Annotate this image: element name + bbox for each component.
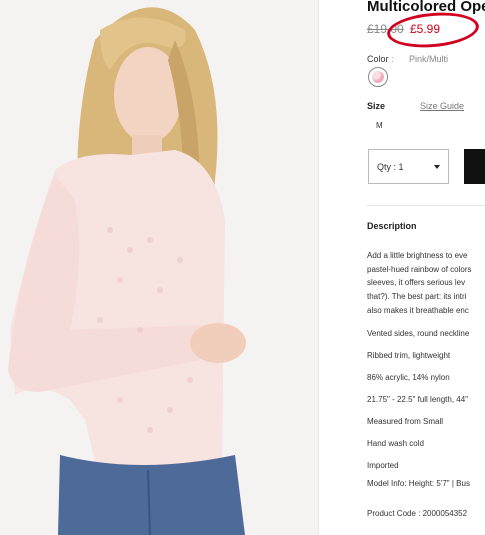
quantity-select[interactable]: Qty : 1 bbox=[368, 149, 449, 184]
description-line: sleeves, it offers serious lev bbox=[367, 278, 466, 288]
detail-item: Imported bbox=[367, 461, 399, 470]
red-annotation-circle bbox=[385, 9, 481, 51]
size-option-m[interactable]: M bbox=[376, 121, 383, 130]
size-guide-link[interactable]: Size Guide bbox=[420, 101, 464, 111]
detail-item: Measured from Small bbox=[367, 417, 444, 426]
description-heading: Description bbox=[367, 221, 417, 231]
detail-item: Hand wash cold bbox=[367, 439, 424, 448]
model-photo bbox=[0, 0, 318, 535]
color-label: Color : bbox=[367, 54, 394, 64]
detail-item: Model Info: Height: 5'7" | Bus bbox=[367, 479, 470, 488]
quantity-label: Qty : 1 bbox=[377, 162, 404, 172]
color-swatch-pink-multi[interactable] bbox=[368, 67, 388, 87]
description-line: also makes it breathable enc bbox=[367, 305, 469, 315]
description-line: pastel-hued rainbow of colors bbox=[367, 264, 472, 274]
product-image[interactable] bbox=[0, 0, 318, 535]
color-value: Pink/Multi bbox=[409, 54, 449, 64]
detail-item: Ribbed trim, lightweight bbox=[367, 351, 451, 360]
color-separator: : bbox=[391, 54, 394, 64]
size-label: Size bbox=[367, 101, 386, 111]
chevron-down-icon bbox=[434, 165, 440, 169]
photo-divider bbox=[318, 0, 319, 535]
description-paragraph: Add a little brightness to eve pastel-hu… bbox=[367, 249, 485, 318]
swatch-fill bbox=[372, 71, 384, 83]
section-divider bbox=[367, 205, 485, 206]
product-info-panel: Multicolored Ope £19.00 £5.99 Color : Pi… bbox=[367, 0, 485, 535]
product-code: Product Code : 2000054352 bbox=[367, 509, 468, 518]
detail-item: 86% acrylic, 14% nylon bbox=[367, 373, 450, 382]
description-line: Add a little brightness to eve bbox=[367, 251, 468, 260]
detail-item: 21.75" - 22.5" full length, 44" bbox=[367, 395, 469, 404]
detail-item: Vented sides, round neckline bbox=[367, 329, 470, 338]
description-line: that?). The best part: its intri bbox=[367, 292, 467, 302]
color-label-text: Color bbox=[367, 54, 389, 64]
add-to-bag-button[interactable] bbox=[464, 149, 485, 184]
